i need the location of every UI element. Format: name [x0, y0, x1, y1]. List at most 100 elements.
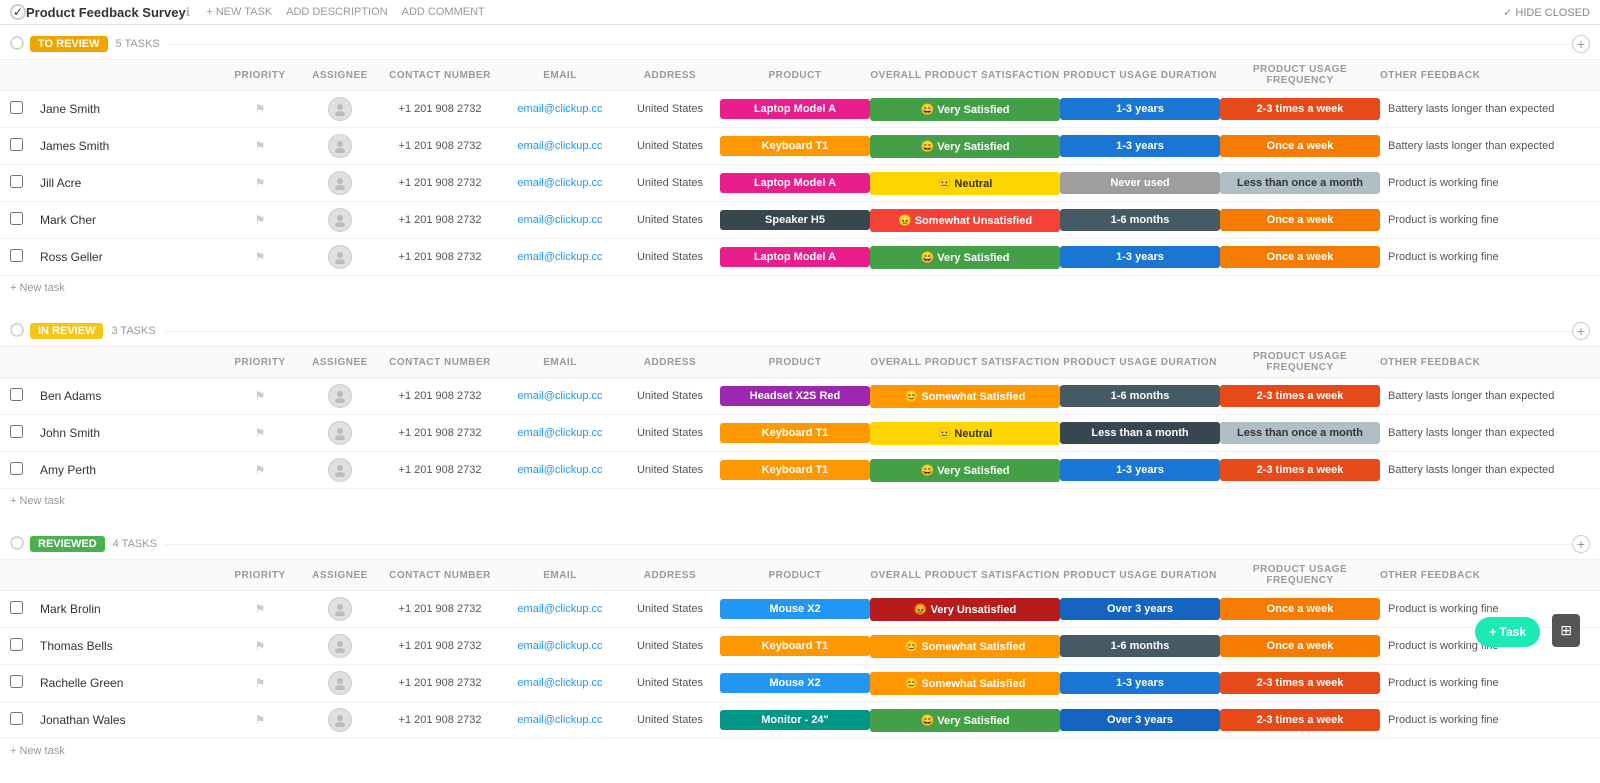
- task-assignee[interactable]: [300, 171, 380, 195]
- grid-view-button[interactable]: ⊞: [1552, 614, 1580, 647]
- row-checkbox[interactable]: [10, 638, 40, 654]
- add-task-fab[interactable]: + Task: [1475, 617, 1540, 647]
- table-row[interactable]: Jonathan Wales ⚑ +1 201 908 2732 email@c…: [0, 702, 1600, 739]
- new-task-button[interactable]: + New task: [0, 276, 1600, 300]
- row-checkbox[interactable]: [10, 601, 40, 617]
- task-priority[interactable]: ⚑: [220, 389, 300, 403]
- row-checkbox[interactable]: [10, 462, 40, 478]
- info-icon[interactable]: ℹ: [186, 5, 191, 19]
- table-row[interactable]: Jane Smith ⚑ +1 201 908 2732 email@click…: [0, 91, 1600, 128]
- row-checkbox[interactable]: [10, 675, 40, 691]
- flag-icon: ⚑: [255, 602, 266, 616]
- task-product: Laptop Model A: [720, 99, 870, 119]
- add-description-action[interactable]: ADD DESCRIPTION: [286, 6, 387, 18]
- task-name[interactable]: Jane Smith: [40, 102, 220, 116]
- task-duration: Never used: [1060, 172, 1220, 194]
- add-comment-action[interactable]: ADD COMMENT: [402, 6, 485, 18]
- task-priority[interactable]: ⚑: [220, 250, 300, 264]
- task-feedback: Product is working fine: [1380, 714, 1580, 726]
- task-name[interactable]: Mark Cher: [40, 213, 220, 227]
- col-product-header: PRODUCT: [720, 570, 870, 581]
- col-email-header: EMAIL: [500, 70, 620, 81]
- section-in-review: IN REVIEW 3 TASKS + PRIORITY ASSIGNEE CO…: [0, 316, 1600, 513]
- task-priority[interactable]: ⚑: [220, 639, 300, 653]
- section-collapse-icon[interactable]: [10, 36, 30, 53]
- col-duration-header: PRODUCT USAGE DURATION: [1060, 70, 1220, 81]
- hide-closed-toggle[interactable]: ✓ HIDE CLOSED: [1503, 6, 1590, 19]
- task-assignee[interactable]: [300, 634, 380, 658]
- task-assignee[interactable]: [300, 597, 380, 621]
- task-assignee[interactable]: [300, 708, 380, 732]
- new-task-button[interactable]: + New task: [0, 739, 1600, 763]
- task-assignee[interactable]: [300, 208, 380, 232]
- task-name[interactable]: Ross Geller: [40, 250, 220, 264]
- task-assignee[interactable]: [300, 458, 380, 482]
- table-row[interactable]: Amy Perth ⚑ +1 201 908 2732 email@clicku…: [0, 452, 1600, 489]
- task-assignee[interactable]: [300, 384, 380, 408]
- task-priority[interactable]: ⚑: [220, 602, 300, 616]
- task-priority[interactable]: ⚑: [220, 426, 300, 440]
- row-checkbox[interactable]: [10, 101, 40, 117]
- table-row[interactable]: Ross Geller ⚑ +1 201 908 2732 email@clic…: [0, 239, 1600, 276]
- task-contact: +1 201 908 2732: [380, 714, 500, 726]
- new-task-action[interactable]: + NEW TASK: [206, 6, 272, 18]
- task-priority[interactable]: ⚑: [220, 676, 300, 690]
- task-assignee[interactable]: [300, 134, 380, 158]
- row-checkbox[interactable]: [10, 249, 40, 265]
- table-row[interactable]: Rachelle Green ⚑ +1 201 908 2732 email@c…: [0, 665, 1600, 702]
- row-checkbox[interactable]: [10, 138, 40, 154]
- col-email-header: EMAIL: [500, 570, 620, 581]
- task-assignee[interactable]: [300, 421, 380, 445]
- table-row[interactable]: James Smith ⚑ +1 201 908 2732 email@clic…: [0, 128, 1600, 165]
- row-checkbox[interactable]: [10, 212, 40, 228]
- table-row[interactable]: Ben Adams ⚑ +1 201 908 2732 email@clicku…: [0, 378, 1600, 415]
- task-email: email@clickup.cc: [500, 103, 620, 115]
- task-assignee[interactable]: [300, 671, 380, 695]
- task-duration: Over 3 years: [1060, 598, 1220, 620]
- row-checkbox[interactable]: [10, 388, 40, 404]
- task-name[interactable]: John Smith: [40, 426, 220, 440]
- row-checkbox[interactable]: [10, 175, 40, 191]
- section-collapse-icon[interactable]: [10, 536, 30, 553]
- task-name[interactable]: Jonathan Wales: [40, 713, 220, 727]
- task-priority[interactable]: ⚑: [220, 713, 300, 727]
- avatar: [328, 421, 352, 445]
- task-priority[interactable]: ⚑: [220, 139, 300, 153]
- table-row[interactable]: Mark Cher ⚑ +1 201 908 2732 email@clicku…: [0, 202, 1600, 239]
- task-name[interactable]: Ben Adams: [40, 389, 220, 403]
- task-priority[interactable]: ⚑: [220, 463, 300, 477]
- section-add-button[interactable]: +: [1572, 35, 1590, 53]
- task-name[interactable]: Mark Brolin: [40, 602, 220, 616]
- task-frequency: Once a week: [1220, 635, 1380, 657]
- task-assignee[interactable]: [300, 97, 380, 121]
- task-email: email@clickup.cc: [500, 714, 620, 726]
- task-priority[interactable]: ⚑: [220, 176, 300, 190]
- task-name[interactable]: Amy Perth: [40, 463, 220, 477]
- task-assignee[interactable]: [300, 245, 380, 269]
- section-badge: IN REVIEW: [30, 323, 103, 339]
- table-row[interactable]: Mark Brolin ⚑ +1 201 908 2732 email@clic…: [0, 591, 1600, 628]
- section-collapse-icon[interactable]: [10, 323, 30, 340]
- table-row[interactable]: John Smith ⚑ +1 201 908 2732 email@click…: [0, 415, 1600, 452]
- table-column-headers: PRIORITY ASSIGNEE CONTACT NUMBER EMAIL A…: [0, 346, 1600, 378]
- task-product: Mouse X2: [720, 673, 870, 693]
- task-satisfaction: 😡 Very Unsatisfied: [870, 598, 1060, 621]
- table-row[interactable]: Jill Acre ⚑ +1 201 908 2732 email@clicku…: [0, 165, 1600, 202]
- task-name[interactable]: Rachelle Green: [40, 676, 220, 690]
- task-email: email@clickup.cc: [500, 677, 620, 689]
- task-priority[interactable]: ⚑: [220, 102, 300, 116]
- section-add-button[interactable]: +: [1572, 535, 1590, 553]
- row-checkbox[interactable]: [10, 425, 40, 441]
- flag-icon: ⚑: [255, 639, 266, 653]
- flag-icon: ⚑: [255, 102, 266, 116]
- task-address: United States: [620, 177, 720, 189]
- new-task-button[interactable]: + New task: [0, 489, 1600, 513]
- task-feedback: Product is working fine: [1380, 177, 1580, 189]
- table-row[interactable]: Thomas Bells ⚑ +1 201 908 2732 email@cli…: [0, 628, 1600, 665]
- task-name[interactable]: James Smith: [40, 139, 220, 153]
- task-name[interactable]: Jill Acre: [40, 176, 220, 190]
- section-add-button[interactable]: +: [1572, 322, 1590, 340]
- task-priority[interactable]: ⚑: [220, 213, 300, 227]
- task-name[interactable]: Thomas Bells: [40, 639, 220, 653]
- row-checkbox[interactable]: [10, 712, 40, 728]
